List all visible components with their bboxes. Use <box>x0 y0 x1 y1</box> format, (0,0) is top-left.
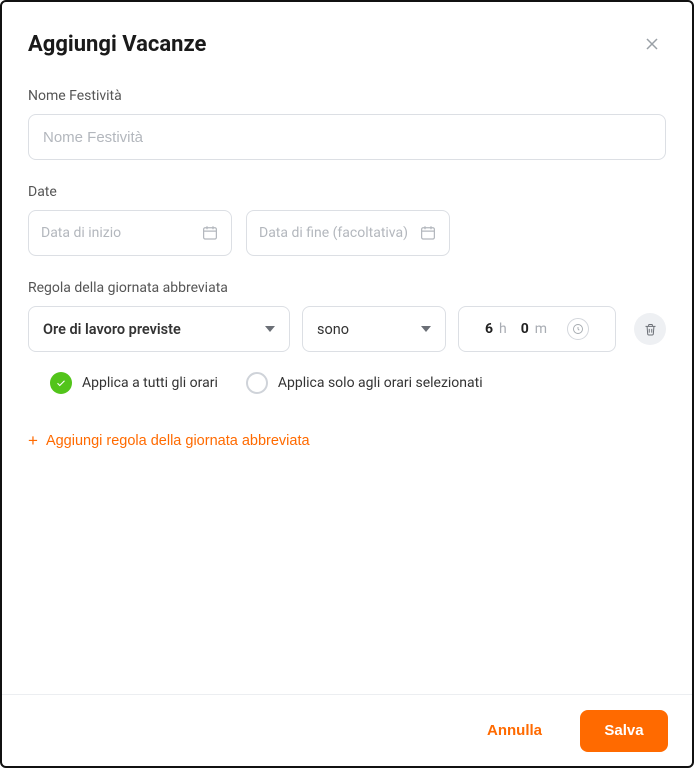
modal-body: Aggiungi Vacanze Nome Festività Date Dat… <box>2 2 692 694</box>
calendar-icon <box>201 224 219 242</box>
cancel-button[interactable]: Annulla <box>465 710 564 752</box>
radio-unchecked-icon <box>246 372 268 394</box>
dates-group: Date Data di inizio Data di fine (facolt… <box>28 184 666 256</box>
trash-icon <box>643 322 658 337</box>
chevron-down-icon <box>421 326 431 332</box>
shortened-rule-group: Regola della giornata abbreviata Ore di … <box>28 280 666 394</box>
close-button[interactable] <box>638 30 666 58</box>
holiday-name-label: Nome Festività <box>28 88 666 104</box>
rule-minutes-value: 0 <box>521 321 529 337</box>
apply-selected-label: Applica solo agli orari selezionati <box>278 375 483 391</box>
modal-title: Aggiungi Vacanze <box>28 32 206 57</box>
rule-minutes-unit: m <box>535 321 547 337</box>
rule-time-input[interactable]: 6 h 0 m <box>458 306 616 352</box>
rule-condition-value: sono <box>317 321 349 338</box>
rule-hours-unit: h <box>499 321 507 337</box>
save-button[interactable]: Salva <box>580 710 668 752</box>
close-icon <box>642 34 662 54</box>
apply-all-option[interactable]: Applica a tutti gli orari <box>50 372 218 394</box>
modal-header: Aggiungi Vacanze <box>28 30 666 58</box>
holiday-name-input[interactable] <box>28 114 666 160</box>
calendar-icon <box>419 224 437 242</box>
rule-row: Ore di lavoro previste sono 6 h 0 m <box>28 306 666 352</box>
apply-selected-option[interactable]: Applica solo agli orari selezionati <box>246 372 483 394</box>
apply-options-row: Applica a tutti gli orari Applica solo a… <box>28 372 666 394</box>
rule-type-value: Ore di lavoro previste <box>43 321 181 338</box>
shortened-rule-label: Regola della giornata abbreviata <box>28 280 666 296</box>
add-rule-label: Aggiungi regola della giornata abbreviat… <box>46 433 310 449</box>
add-holiday-modal: Aggiungi Vacanze Nome Festività Date Dat… <box>0 0 694 768</box>
plus-icon: + <box>28 432 38 449</box>
clock-icon <box>567 318 589 340</box>
rule-condition-select[interactable]: sono <box>302 306 446 352</box>
date-row: Data di inizio Data di fine (facoltativa… <box>28 210 666 256</box>
radio-checked-icon <box>50 372 72 394</box>
rule-hours-value: 6 <box>485 321 493 337</box>
add-rule-button[interactable]: + Aggiungi regola della giornata abbrevi… <box>28 430 310 451</box>
start-date-placeholder: Data di inizio <box>41 225 121 241</box>
start-date-input[interactable]: Data di inizio <box>28 210 232 256</box>
apply-all-label: Applica a tutti gli orari <box>82 375 218 391</box>
chevron-down-icon <box>265 326 275 332</box>
dates-label: Date <box>28 184 666 200</box>
rule-type-select[interactable]: Ore di lavoro previste <box>28 306 290 352</box>
modal-footer: Annulla Salva <box>2 694 692 766</box>
end-date-placeholder: Data di fine (facoltativa) <box>259 225 408 241</box>
holiday-name-group: Nome Festività <box>28 88 666 160</box>
delete-rule-button[interactable] <box>634 313 666 345</box>
end-date-input[interactable]: Data di fine (facoltativa) <box>246 210 450 256</box>
